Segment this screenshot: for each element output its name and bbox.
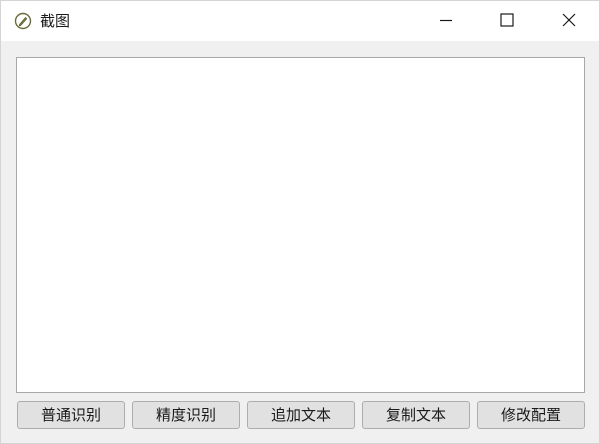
edit-config-button[interactable]: 修改配置 — [477, 401, 585, 429]
normal-ocr-button[interactable]: 普通识别 — [17, 401, 125, 429]
close-icon — [562, 12, 576, 31]
minimize-button[interactable] — [423, 1, 469, 41]
window-title: 截图 — [40, 12, 71, 30]
screenshot-window: 截图 普通识别 精度识别 追加文本 复制文本 修改配置 — [0, 0, 600, 444]
title-bar[interactable]: 截图 — [1, 1, 599, 41]
minimize-icon — [439, 12, 453, 31]
copy-text-button[interactable]: 复制文本 — [362, 401, 470, 429]
maximize-icon — [500, 12, 514, 31]
close-button[interactable] — [546, 1, 592, 41]
maximize-button[interactable] — [484, 1, 530, 41]
append-text-button[interactable]: 追加文本 — [247, 401, 355, 429]
app-icon — [14, 12, 32, 30]
ocr-result-text-area[interactable] — [16, 57, 585, 393]
accurate-ocr-button[interactable]: 精度识别 — [132, 401, 240, 429]
